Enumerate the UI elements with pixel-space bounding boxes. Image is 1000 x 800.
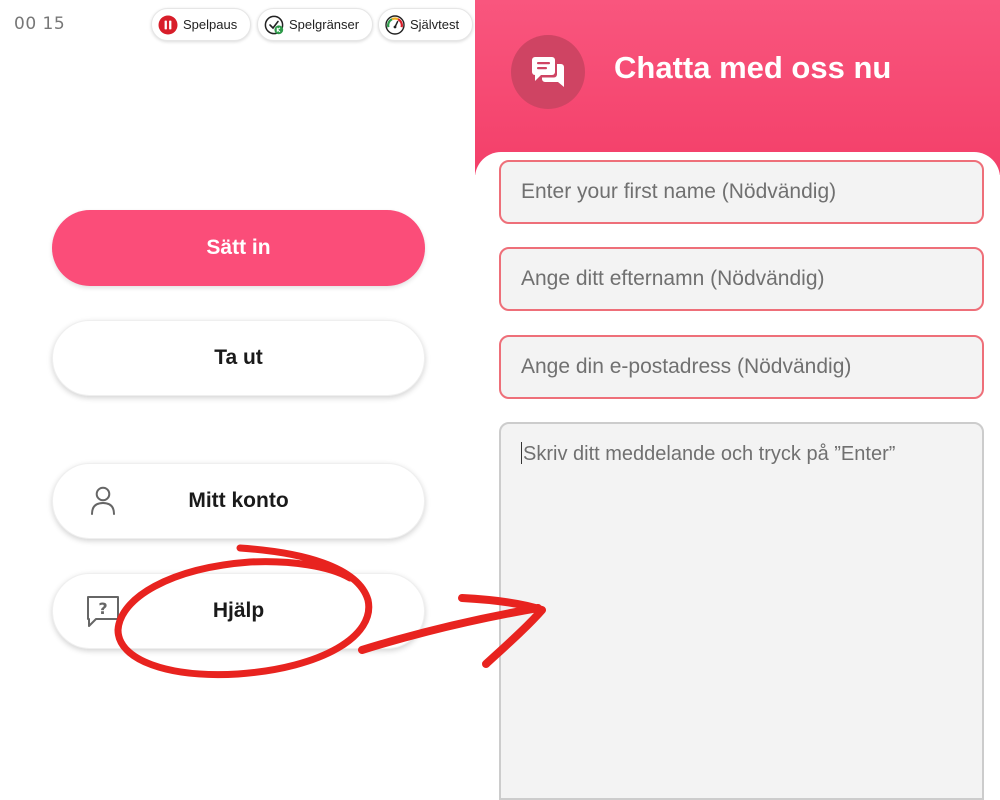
- status-clock: 00 15: [14, 14, 66, 34]
- sjalvtest-button[interactable]: Självtest: [378, 8, 473, 41]
- chat-title: Chatta med oss nu: [614, 50, 892, 85]
- last-name-input[interactable]: Ange ditt efternamn (Nödvändig): [499, 247, 984, 311]
- first-name-placeholder: Enter your first name (Nödvändig): [521, 180, 837, 203]
- message-textarea[interactable]: Skriv ditt meddelande och tryck på ”Ente…: [499, 422, 984, 800]
- withdraw-button[interactable]: Ta ut: [52, 320, 425, 396]
- my-account-button[interactable]: Mitt konto: [52, 463, 425, 539]
- spelpaus-label: Spelpaus: [183, 17, 238, 32]
- first-name-input[interactable]: Enter your first name (Nödvändig): [499, 160, 984, 224]
- email-placeholder: Ange din e-postadress (Nödvändig): [521, 355, 852, 378]
- spelgranser-label: Spelgränser: [289, 17, 360, 32]
- sjalvtest-label: Självtest: [410, 17, 460, 32]
- chat-bubbles-icon: [532, 57, 564, 87]
- last-name-placeholder: Ange ditt efternamn (Nödvändig): [521, 267, 825, 290]
- limits-icon: [264, 15, 284, 34]
- deposit-button[interactable]: Sätt in: [52, 210, 425, 286]
- email-input[interactable]: Ange din e-postadress (Nödvändig): [499, 335, 984, 399]
- help-label: Hjälp: [212, 599, 265, 622]
- help-button[interactable]: ? Hjälp: [52, 573, 425, 649]
- spelgranser-button[interactable]: Spelgränser: [257, 8, 373, 41]
- left-panel: 00 15 Spelpaus Spelgränser Självtest Sät…: [0, 0, 475, 800]
- spelpaus-button[interactable]: Spelpaus: [151, 8, 251, 41]
- my-account-label: Mitt konto: [188, 489, 289, 512]
- pause-icon: [158, 15, 178, 34]
- help-question-icon: ?: [87, 596, 119, 627]
- user-icon: [91, 486, 115, 515]
- gauge-icon: [385, 14, 405, 35]
- svg-text:?: ?: [98, 599, 107, 618]
- chat-avatar: [511, 35, 585, 109]
- chat-panel: Chatta med oss nu Enter your first name …: [475, 0, 1000, 800]
- text-cursor: [521, 442, 522, 464]
- message-placeholder: Skriv ditt meddelande och tryck på ”Ente…: [523, 443, 896, 465]
